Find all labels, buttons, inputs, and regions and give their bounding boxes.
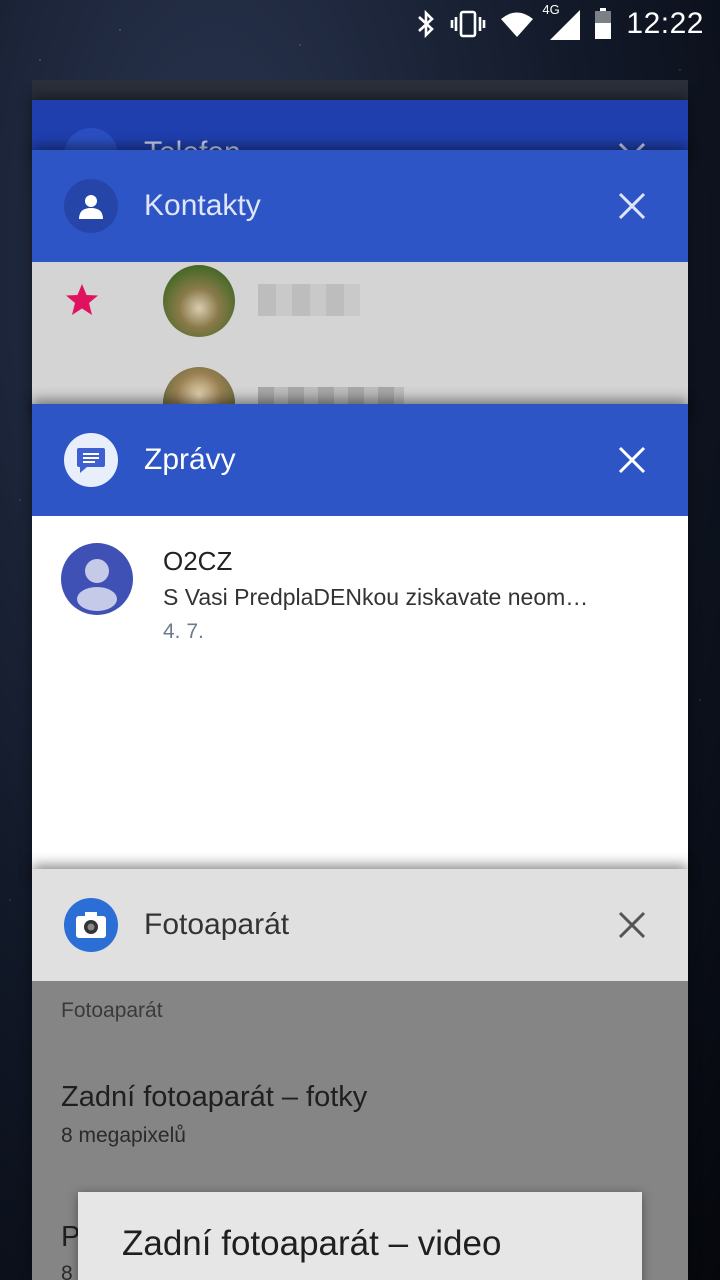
avatar xyxy=(61,543,133,615)
contacts-list xyxy=(32,262,688,420)
setting-label: Zadní fotoaparát – fotky xyxy=(61,1081,368,1113)
camera-settings: Fotoaparát Zadní fotoaparát – fotky 8 me… xyxy=(32,981,688,1280)
contacts-app-icon xyxy=(64,179,118,233)
bluetooth-icon xyxy=(416,9,436,39)
messages-app-icon xyxy=(64,433,118,487)
card-header[interactable]: Fotoaparát xyxy=(32,869,688,981)
message-preview: S Vasi PredplaDENkou ziskavate neom… xyxy=(163,584,589,610)
close-icon[interactable] xyxy=(616,909,648,941)
camera-app-icon xyxy=(64,898,118,952)
close-icon[interactable] xyxy=(616,190,648,222)
message-sender: O2CZ xyxy=(163,546,233,576)
avatar xyxy=(163,265,235,337)
recent-card-fotoaparat[interactable]: Fotoaparát Fotoaparát Zadní fotoaparát –… xyxy=(32,869,688,1280)
setting-sub: 8 megapixelů xyxy=(61,1124,186,1147)
card-title: Kontakty xyxy=(144,189,261,222)
dialog-label: Zadní fotoaparát – video xyxy=(122,1224,502,1263)
card-header[interactable]: Kontakty xyxy=(32,150,688,262)
star-icon xyxy=(66,284,98,315)
dialog-panel[interactable]: Zadní fotoaparát – video xyxy=(78,1192,642,1280)
wifi-icon xyxy=(500,10,534,38)
battery-icon xyxy=(594,8,612,40)
status-bar: 4G 12:22 xyxy=(0,0,720,48)
conversation-item[interactable]: O2CZ S Vasi PredplaDENkou ziskavate neom… xyxy=(32,516,688,656)
clock: 12:22 xyxy=(626,7,704,40)
message-date: 4. 7. xyxy=(163,620,204,643)
recent-card-zpravy[interactable]: Zprávy O2CZ S Vasi PredplaDENkou ziskava… xyxy=(32,404,688,884)
card-title: Zprávy xyxy=(144,443,236,476)
cellular-signal-icon: 4G xyxy=(542,2,581,40)
vibrate-icon xyxy=(450,9,486,39)
section-label: Fotoaparát xyxy=(61,999,163,1022)
card-title: Fotoaparát xyxy=(144,908,290,941)
card-header[interactable]: Zprávy xyxy=(32,404,688,516)
recent-card-kontakty[interactable]: Kontakty xyxy=(32,150,688,420)
close-icon[interactable] xyxy=(616,444,648,476)
blurred-name xyxy=(258,284,360,316)
setting-item[interactable]: Zadní fotoaparát – fotky 8 megapixelů xyxy=(61,1081,367,1148)
network-type-label: 4G xyxy=(542,2,560,17)
